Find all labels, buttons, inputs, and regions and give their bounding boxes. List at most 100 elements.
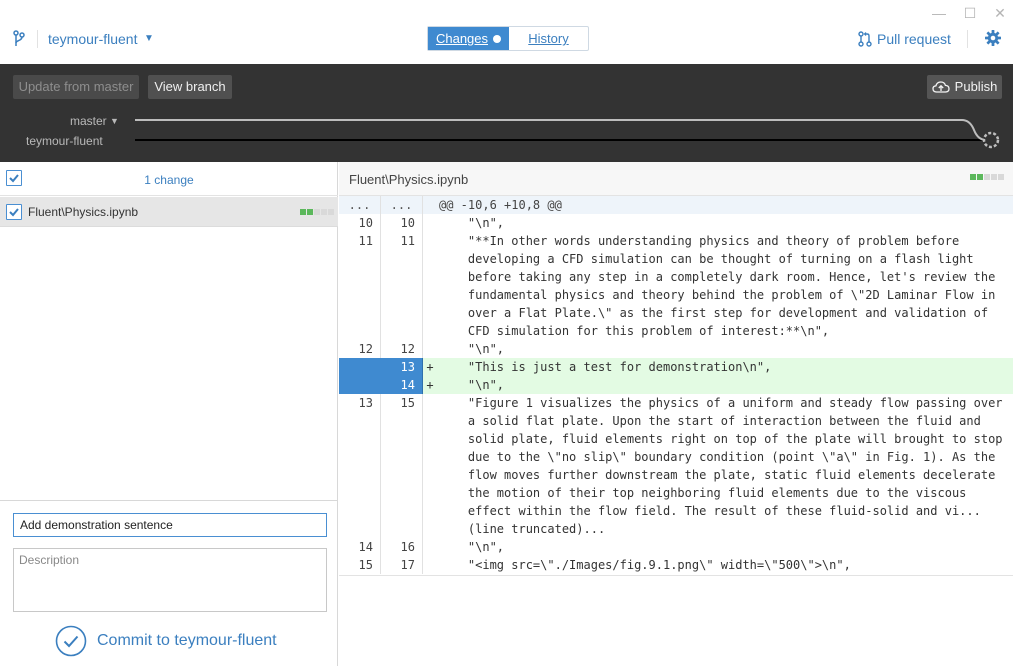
diff-marker — [423, 340, 437, 358]
tab-changes-label: Changes — [435, 31, 489, 46]
diff-stat-block — [328, 209, 334, 215]
header-divider — [37, 30, 38, 48]
branch-bar: Update from master View branch Publish m… — [0, 64, 1013, 162]
diff-marker: + — [426, 378, 434, 392]
publish-label: Publish — [954, 79, 998, 94]
diff-stat-block — [307, 209, 313, 215]
header-divider — [967, 30, 968, 48]
old-line-number: 12 — [339, 340, 381, 358]
diff-stat-block — [998, 174, 1004, 180]
diff-line-text: "Figure 1 visualizes the physics of a un… — [467, 396, 1003, 536]
diff-line: 10 10 "\n", — [339, 214, 1013, 232]
new-line-number: ... — [381, 196, 423, 214]
diff-header: Fluent\Physics.ipynb — [339, 162, 1013, 196]
changes-count: 1 change — [144, 173, 194, 187]
diff-line: 14 16 "\n", — [339, 538, 1013, 556]
diff-stat-block — [977, 174, 983, 180]
diff-line-text: "\n", — [439, 342, 505, 356]
new-line-number: 14 — [381, 376, 423, 394]
local-branch-label: teymour-fluent — [26, 134, 103, 148]
old-line-number: ... — [339, 196, 381, 214]
close-button[interactable]: ✕ — [992, 5, 1008, 21]
old-line-number — [339, 376, 381, 394]
diff-end-divider — [339, 575, 1013, 576]
diff-marker — [423, 214, 437, 232]
new-line-number: 12 — [381, 340, 423, 358]
diff-content: ... ... @@ -10,6 +10,8 @@ 10 10 "\n", 11… — [339, 196, 1013, 574]
diff-stat-block — [991, 174, 997, 180]
view-tabs: Changes History — [427, 26, 589, 51]
chevron-down-icon[interactable]: ▼ — [110, 113, 119, 129]
publish-button[interactable]: Publish — [927, 75, 1002, 99]
file-path: Fluent\Physics.ipynb — [28, 205, 139, 219]
diff-line-text: "\n", — [439, 540, 505, 554]
old-line-number: 14 — [339, 538, 381, 556]
commit-button[interactable]: Commit to teymour-fluent — [55, 625, 277, 657]
new-line-number: 13 — [381, 358, 423, 376]
diff-line-text: "This is just a test for demonstration\n… — [439, 360, 772, 374]
diff-line-text: "**In other words understanding physics … — [467, 234, 996, 338]
new-line-number: 11 — [381, 232, 423, 340]
diff-line-text: "<img src=\"./Images/fig.9.1.png\" width… — [439, 558, 851, 572]
old-line-number: 15 — [339, 556, 381, 574]
file-checkbox[interactable] — [6, 204, 22, 220]
master-branch-label[interactable]: master — [70, 113, 107, 129]
changes-panel: 1 change Fluent\Physics.ipynb Commit to … — [0, 162, 338, 666]
diff-line-text: "\n", — [439, 216, 505, 230]
old-line-number: 13 — [339, 394, 381, 538]
repo-branch-icon[interactable] — [12, 30, 26, 48]
diff-file-path: Fluent\Physics.ipynb — [349, 172, 469, 187]
new-line-number: 17 — [381, 556, 423, 574]
diff-stat-block — [970, 174, 976, 180]
diff-stat-block — [321, 209, 327, 215]
cloud-upload-icon — [932, 81, 950, 93]
changes-header: 1 change — [0, 162, 338, 196]
commit-area: Commit to teymour-fluent — [0, 500, 338, 666]
branch-selector[interactable]: teymour-fluent — [48, 30, 137, 48]
diff-marker: + — [426, 360, 434, 374]
changes-dot-indicator — [493, 35, 502, 43]
diff-marker — [423, 538, 437, 556]
pull-request-button[interactable]: Pull request — [858, 29, 951, 49]
diff-stat-block — [300, 209, 306, 215]
diff-line: 13 15 "Figure 1 visualizes the physics o… — [339, 394, 1013, 538]
commit-check-icon — [55, 625, 87, 657]
diff-line: 15 17 "<img src=\"./Images/fig.9.1.png\"… — [339, 556, 1013, 574]
chevron-down-icon[interactable]: ▼ — [144, 30, 154, 48]
diff-marker — [423, 232, 437, 340]
diff-line-text: @@ -10,6 +10,8 @@ — [439, 198, 562, 212]
new-line-number: 15 — [381, 394, 423, 538]
maximize-button[interactable]: ☐ — [962, 5, 978, 21]
diff-line-added[interactable]: 14 + "\n", — [339, 376, 1013, 394]
diff-stat-block — [984, 174, 990, 180]
diff-marker — [423, 394, 437, 538]
diff-line-added[interactable]: 13 + "This is just a test for demonstrat… — [339, 358, 1013, 376]
new-line-number: 10 — [381, 214, 423, 232]
old-line-number: 10 — [339, 214, 381, 232]
diff-marker — [423, 556, 437, 574]
gear-icon[interactable] — [984, 29, 1002, 47]
tab-history[interactable]: History — [509, 27, 588, 50]
diff-line-text: "\n", — [439, 378, 505, 392]
tab-changes[interactable]: Changes — [428, 27, 509, 50]
old-line-number: 11 — [339, 232, 381, 340]
diff-stat-block — [314, 209, 320, 215]
diff-panel: Fluent\Physics.ipynb ... ... @@ -10,6 +1… — [339, 162, 1013, 666]
commit-button-label: Commit to teymour-fluent — [97, 632, 277, 649]
diff-marker — [423, 196, 437, 214]
new-line-number: 16 — [381, 538, 423, 556]
pull-request-icon — [858, 31, 872, 47]
diff-line: 12 12 "\n", — [339, 340, 1013, 358]
pull-request-label: Pull request — [877, 31, 951, 47]
title-bar: — ☐ ✕ teymour-fluent ▼ Changes History P… — [0, 0, 1013, 64]
diff-hunk-header: ... ... @@ -10,6 +10,8 @@ — [339, 196, 1013, 214]
view-branch-button[interactable]: View branch — [148, 75, 232, 99]
update-from-master-button[interactable]: Update from master — [13, 75, 139, 99]
minimize-button[interactable]: — — [931, 5, 947, 21]
changed-file-row[interactable]: Fluent\Physics.ipynb — [0, 197, 338, 227]
old-line-number — [339, 358, 381, 376]
checkmark-icon — [9, 208, 19, 217]
diff-line: 11 11 "**In other words understanding ph… — [339, 232, 1013, 340]
commit-description-input[interactable] — [13, 548, 327, 612]
commit-summary-input[interactable] — [13, 513, 327, 537]
